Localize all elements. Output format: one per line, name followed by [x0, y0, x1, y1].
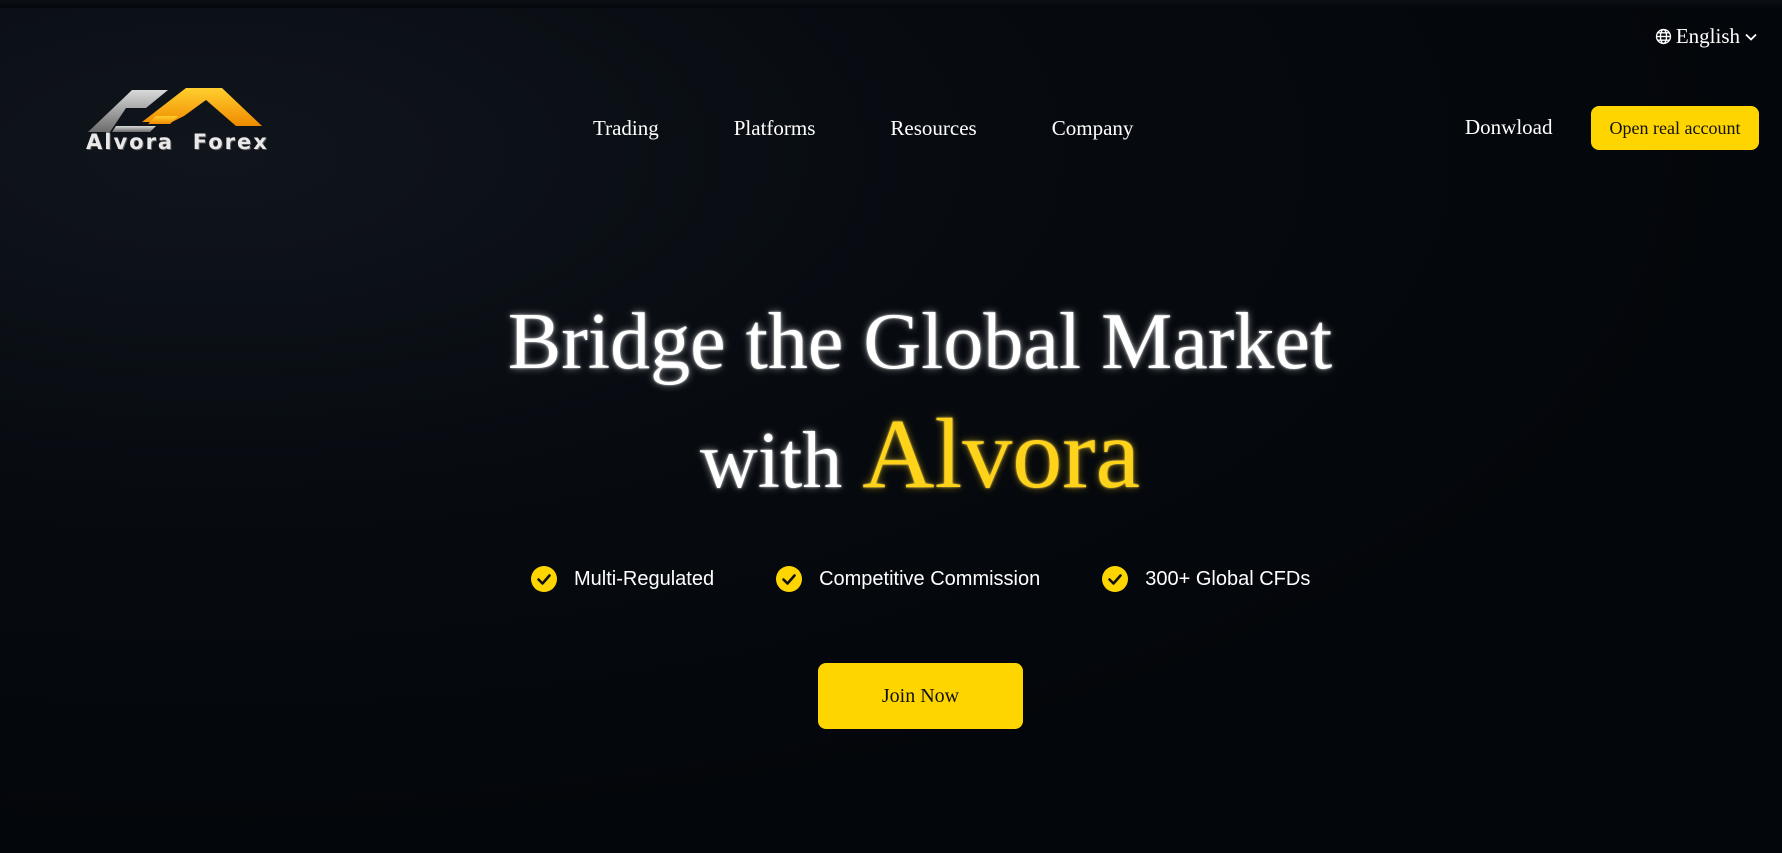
brand-logo[interactable]: Alvora Forex — [86, 86, 276, 154]
feature-label: 300+ Global CFDs — [1145, 567, 1311, 590]
feature-list: Multi-Regulated Competitive Commission 3… — [531, 566, 1310, 592]
feature-item: Multi-Regulated — [531, 566, 714, 592]
nav-item-company[interactable]: Company — [1052, 116, 1134, 141]
language-label: English — [1675, 24, 1740, 48]
logo-text: Alvora Forex — [86, 130, 269, 154]
feature-item: Competitive Commission — [776, 566, 1040, 592]
hero-subtitle-line: with Alvora — [0, 404, 1782, 511]
feature-label: Multi-Regulated — [574, 567, 715, 590]
open-real-account-button[interactable]: Open real account — [1591, 106, 1759, 150]
hero-title-accent: Alvora — [862, 398, 1140, 509]
hero-title: Bridge the Global Market — [507, 298, 1333, 386]
globe-icon — [1655, 28, 1672, 45]
main-nav: Trading Platforms Resources Company — [593, 116, 1133, 141]
check-circle-icon — [776, 566, 803, 592]
hero-title-prefix: with — [700, 417, 843, 505]
nav-item-trading[interactable]: Trading — [593, 116, 659, 141]
feature-label: Competitive Commission — [819, 567, 1041, 590]
nav-item-resources[interactable]: Resources — [890, 116, 976, 141]
top-edge-bar — [0, 0, 1782, 8]
language-selector[interactable]: English — [1655, 24, 1758, 49]
check-circle-icon — [531, 566, 557, 592]
check-circle-icon — [1102, 566, 1129, 592]
download-link[interactable]: Donwload — [1465, 115, 1553, 140]
chevron-down-icon — [1744, 30, 1758, 44]
nav-item-platforms[interactable]: Platforms — [734, 116, 816, 141]
join-now-button[interactable]: Join Now — [818, 663, 1023, 729]
feature-item: 300+ Global CFDs — [1102, 566, 1310, 592]
